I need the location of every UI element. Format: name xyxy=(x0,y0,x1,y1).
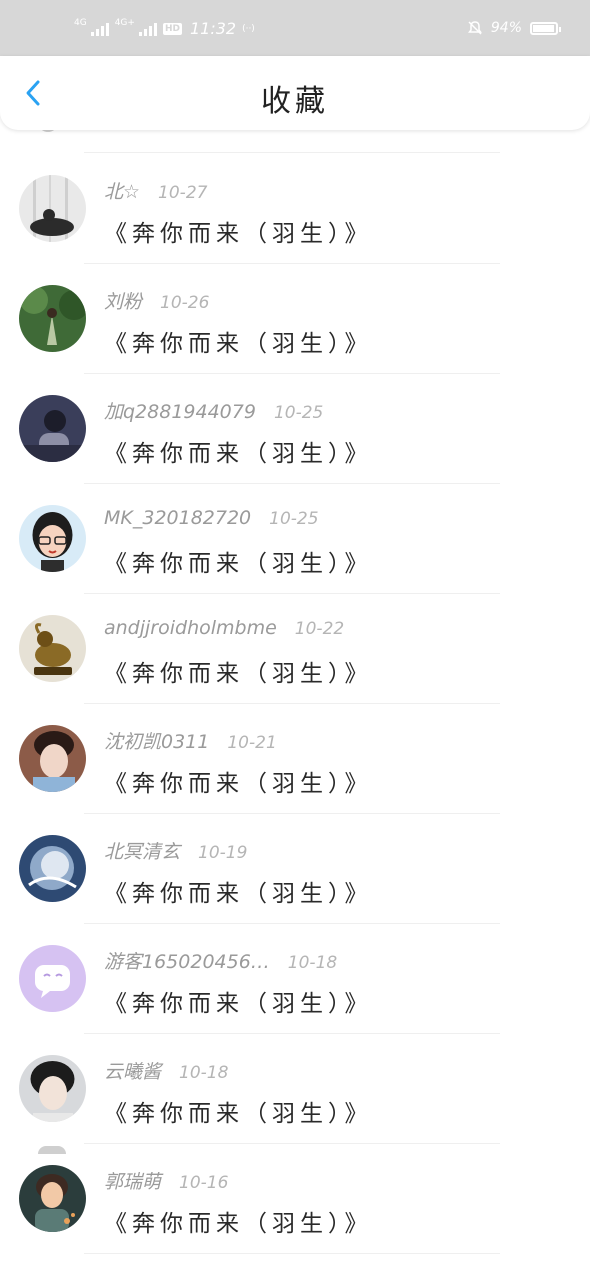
status-bar: 4G 4G+ HD 11:32 (··) 94% xyxy=(0,0,590,58)
battery-percent: 94% xyxy=(490,20,522,36)
signal-icon-2 xyxy=(138,22,157,36)
list-item[interactable]: 云曦酱 10-18 《奔你而来（羽生）》 xyxy=(0,1034,590,1144)
username[interactable]: 云曦酱 xyxy=(104,1057,161,1084)
post-title[interactable]: 《奔你而来（羽生）》 xyxy=(104,324,373,358)
username[interactable]: 沈初凯0311 xyxy=(104,727,209,754)
post-title[interactable]: 《奔你而来（羽生）》 xyxy=(104,214,373,248)
item-meta: 加q2881944079 10-25 xyxy=(104,397,323,424)
avatar[interactable] xyxy=(19,175,86,242)
date: 10-19 xyxy=(198,843,248,863)
mute-icon xyxy=(467,20,483,36)
list-item[interactable]: 北☆ 10-27 《奔你而来（羽生）》 xyxy=(0,154,590,264)
date: 10-16 xyxy=(179,1173,229,1193)
status-right: 94% xyxy=(467,20,561,36)
date: 10-25 xyxy=(269,509,319,529)
avatar[interactable] xyxy=(19,1055,86,1122)
partial-avatar xyxy=(38,1146,66,1154)
status-left: 4G 4G+ HD 11:32 (··) xyxy=(74,17,255,39)
avatar[interactable] xyxy=(19,285,86,352)
post-title[interactable]: 《奔你而来（羽生）》 xyxy=(104,1094,373,1128)
partial-list-item xyxy=(0,122,590,154)
avatar[interactable] xyxy=(19,725,86,792)
post-title[interactable]: 《奔你而来（羽生）》 xyxy=(104,984,373,1018)
row-divider xyxy=(84,152,500,153)
post-title[interactable]: 《奔你而来（羽生）》 xyxy=(104,1204,373,1238)
username[interactable]: andjjroidholmbme xyxy=(104,617,277,639)
list-item[interactable]: 沈初凯0311 10-21 《奔你而来（羽生）》 xyxy=(0,704,590,814)
item-meta: 北冥清玄 10-19 xyxy=(104,837,247,864)
date: 10-25 xyxy=(273,403,324,423)
username[interactable]: 北☆ xyxy=(104,177,140,204)
item-meta: MK_320182720 10-25 xyxy=(104,507,319,529)
item-meta: 沈初凯0311 10-21 xyxy=(104,727,277,754)
username[interactable]: 加q2881944079 xyxy=(104,397,256,424)
network-label-2: 4G+ xyxy=(114,17,135,28)
hotspot-icon: (··) xyxy=(242,23,255,34)
network-label-1: 4G xyxy=(74,17,87,28)
username[interactable]: 郭瑞萌 xyxy=(104,1167,161,1194)
post-title[interactable]: 《奔你而来（羽生）》 xyxy=(104,874,373,908)
list-item[interactable]: 郭瑞萌 10-16 《奔你而来（羽生）》 xyxy=(0,1144,590,1254)
username[interactable]: 游客165020456… xyxy=(104,947,270,974)
nav-bar: 收藏 xyxy=(0,56,590,130)
avatar[interactable] xyxy=(19,505,86,572)
post-title[interactable]: 《奔你而来（羽生）》 xyxy=(104,434,373,468)
item-meta: 北☆ 10-27 xyxy=(104,177,207,204)
date: 10-18 xyxy=(179,1063,229,1083)
list-item[interactable]: 游客165020456… 10-18 《奔你而来（羽生）》 xyxy=(0,924,590,1034)
avatar[interactable] xyxy=(19,615,86,682)
row-divider xyxy=(84,1253,500,1254)
post-title[interactable]: 《奔你而来（羽生）》 xyxy=(104,654,373,688)
username[interactable]: MK_320182720 xyxy=(104,507,251,529)
date: 10-18 xyxy=(287,953,338,973)
date: 10-22 xyxy=(294,619,345,639)
date: 10-26 xyxy=(160,293,210,313)
item-meta: 刘粉 10-26 xyxy=(104,287,209,314)
hd-badge: HD xyxy=(162,22,182,35)
username[interactable]: 刘粉 xyxy=(104,287,142,314)
list-item[interactable]: 刘粉 10-26 《奔你而来（羽生）》 xyxy=(0,264,590,374)
username[interactable]: 北冥清玄 xyxy=(104,837,180,864)
status-time: 11:32 xyxy=(189,19,237,38)
post-title[interactable]: 《奔你而来（羽生）》 xyxy=(104,544,373,578)
avatar[interactable] xyxy=(19,945,86,1012)
list-item[interactable]: andjjroidholmbme 10-22 《奔你而来（羽生）》 xyxy=(0,594,590,704)
list-item[interactable]: 北冥清玄 10-19 《奔你而来（羽生）》 xyxy=(0,814,590,924)
avatar[interactable] xyxy=(19,1165,86,1232)
list-item[interactable]: 加q2881944079 10-25 《奔你而来（羽生）》 xyxy=(0,374,590,484)
page-title: 收藏 xyxy=(261,84,329,119)
item-meta: andjjroidholmbme 10-22 xyxy=(104,617,344,639)
post-title[interactable]: 《奔你而来（羽生）》 xyxy=(104,764,373,798)
item-meta: 游客165020456… 10-18 xyxy=(104,947,337,974)
avatar[interactable] xyxy=(19,835,86,902)
date: 10-27 xyxy=(158,183,208,203)
list-item[interactable]: MK_320182720 10-25 《奔你而来（羽生）》 xyxy=(0,484,590,594)
date: 10-21 xyxy=(227,733,277,753)
item-meta: 云曦酱 10-18 xyxy=(104,1057,228,1084)
signal-icon xyxy=(90,22,109,36)
avatar[interactable] xyxy=(19,395,86,462)
battery-icon xyxy=(530,21,561,35)
item-meta: 郭瑞萌 10-16 xyxy=(104,1167,228,1194)
